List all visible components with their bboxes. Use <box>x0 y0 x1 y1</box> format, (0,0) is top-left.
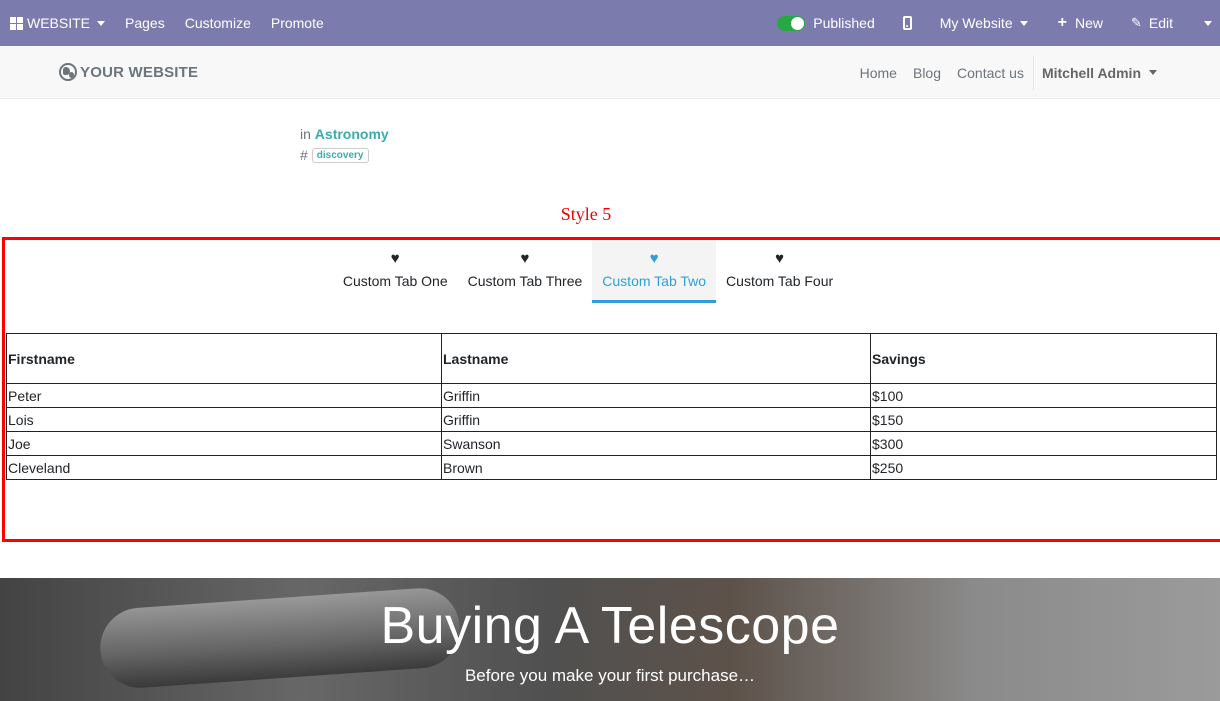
savings-table: Firstname Lastname Savings Peter Griffin… <box>6 333 1217 480</box>
apps-menu-button[interactable]: WEBSITE <box>0 0 115 46</box>
in-label: in <box>300 126 311 142</box>
nav-home[interactable]: Home <box>852 65 905 81</box>
table-cell: $250 <box>870 455 1217 480</box>
table-cell: Griffin <box>441 407 871 432</box>
chevron-down-icon <box>97 20 106 26</box>
published-label: Published <box>813 15 875 31</box>
app-name: WEBSITE <box>27 15 91 31</box>
new-button[interactable]: + New <box>1038 0 1113 46</box>
column-header: Savings <box>870 333 1217 384</box>
table-cell: Swanson <box>441 431 871 456</box>
tab-custom-one[interactable]: ♥ Custom Tab One <box>333 240 458 303</box>
table-cell: Lois <box>6 407 442 432</box>
admin-navbar: WEBSITE Pages Customize Promote Publishe… <box>0 0 1220 46</box>
chevron-down-icon <box>1019 20 1028 26</box>
table-header-row: Firstname Lastname Savings <box>6 333 1217 384</box>
site-logo[interactable]: YOUR WEBSITE <box>59 63 198 81</box>
table-row: Joe Swanson $300 <box>6 431 1217 456</box>
tab-label: Custom Tab Four <box>726 273 834 289</box>
site-logo-text: YOUR WEBSITE <box>80 63 199 81</box>
new-label: New <box>1074 15 1103 31</box>
tabs-section: ♥ Custom Tab One ♥ Custom Tab Three ♥ Cu… <box>2 237 1220 542</box>
post-meta: in Astronomy # discovery <box>300 126 389 163</box>
website-header: YOUR WEBSITE Home Blog Contact us Mitche… <box>0 46 1220 99</box>
table-cell: $300 <box>870 431 1217 456</box>
tab-label: Custom Tab Three <box>467 273 583 289</box>
table-cell: Cleveland <box>6 455 442 480</box>
menu-customize[interactable]: Customize <box>175 0 261 46</box>
mobile-preview-button[interactable] <box>885 0 930 46</box>
heart-icon: ♥ <box>520 250 530 267</box>
toggle-switch[interactable] <box>777 15 806 31</box>
table-row: Peter Griffin $100 <box>6 383 1217 408</box>
edit-label: Edit <box>1148 15 1173 31</box>
tab-custom-three[interactable]: ♥ Custom Tab Three <box>458 240 593 303</box>
nav-blog[interactable]: Blog <box>905 65 949 81</box>
table-cell: $100 <box>870 383 1217 408</box>
user-menu[interactable]: Mitchell Admin <box>1034 65 1220 81</box>
table-cell: Joe <box>6 431 442 456</box>
column-header: Firstname <box>6 333 442 384</box>
menu-pages[interactable]: Pages <box>115 0 175 46</box>
chevron-down-icon <box>1149 70 1157 75</box>
heart-icon: ♥ <box>390 250 400 267</box>
menu-promote[interactable]: Promote <box>261 0 334 46</box>
pencil-icon: ✎ <box>1130 15 1142 30</box>
chevron-down-icon <box>1204 20 1212 26</box>
website-switcher-label: My Website <box>939 15 1013 31</box>
tag-badge[interactable]: discovery <box>311 147 369 163</box>
plus-icon: + <box>1057 14 1067 31</box>
globe-icon <box>59 63 77 81</box>
tab-label: Custom Tab Two <box>602 273 707 289</box>
table-row: Cleveland Brown $250 <box>6 455 1217 480</box>
website-switcher[interactable]: My Website <box>930 0 1038 46</box>
user-name: Mitchell Admin <box>1041 64 1141 81</box>
edit-button[interactable]: ✎ Edit <box>1113 0 1183 46</box>
more-dropdown-button[interactable] <box>1183 0 1220 46</box>
table-row: Lois Griffin $150 <box>6 407 1217 432</box>
nav-contact-us[interactable]: Contact us <box>949 65 1032 81</box>
table-cell: Brown <box>441 455 871 480</box>
hero-banner: Buying A Telescope Before you make your … <box>0 578 1220 701</box>
category-link[interactable]: Astronomy <box>315 126 389 142</box>
table-cell: Peter <box>6 383 442 408</box>
mobile-icon <box>902 16 912 30</box>
table-cell: Griffin <box>441 383 871 408</box>
heart-icon: ♥ <box>649 250 659 267</box>
hash-icon: # <box>300 147 308 163</box>
section-title: Style 5 <box>560 204 612 224</box>
column-header: Lastname <box>441 333 871 384</box>
tab-custom-four[interactable]: ♥ Custom Tab Four <box>716 240 843 303</box>
apps-grid-icon <box>10 16 23 30</box>
main-menu: Home Blog Contact us Mitchell Admin <box>852 46 1220 99</box>
tab-label: Custom Tab One <box>342 273 448 289</box>
table-cell: $150 <box>870 407 1217 432</box>
heart-icon: ♥ <box>775 250 785 267</box>
hero-subtitle: Before you make your first purchase… <box>464 666 756 685</box>
tab-custom-two[interactable]: ♥ Custom Tab Two <box>592 240 717 303</box>
tab-bar: ♥ Custom Tab One ♥ Custom Tab Three ♥ Cu… <box>5 240 1220 303</box>
hero-title: Buying A Telescope <box>380 597 840 655</box>
published-toggle[interactable]: Published <box>767 0 885 46</box>
